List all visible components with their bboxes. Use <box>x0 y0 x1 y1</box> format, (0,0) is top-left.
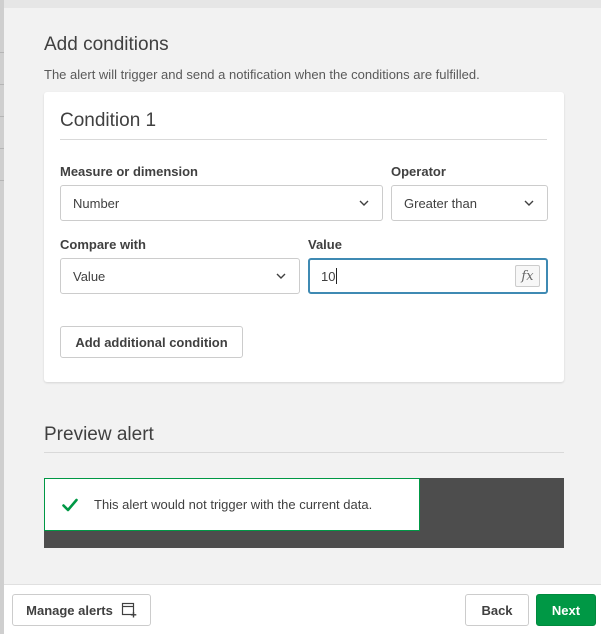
preview-message: This alert would not trigger with the cu… <box>94 497 373 512</box>
alert-dialog: Add conditions The alert will trigger an… <box>4 8 601 634</box>
compare-select[interactable]: Value <box>60 258 300 294</box>
chevron-down-icon <box>276 273 286 279</box>
condition-divider <box>60 139 547 140</box>
preview-status-toast: This alert would not trigger with the cu… <box>44 478 420 531</box>
dialog-footer: Manage alerts Back Next <box>4 584 601 634</box>
back-button[interactable]: Back <box>465 594 529 626</box>
section-description: The alert will trigger and send a notifi… <box>44 67 480 82</box>
measure-select-value: Number <box>73 195 120 211</box>
manage-alerts-button[interactable]: Manage alerts <box>12 594 151 626</box>
add-condition-button[interactable]: Add additional condition <box>60 326 243 358</box>
compare-label: Compare with <box>60 237 146 252</box>
preview-title: Preview alert <box>44 424 154 445</box>
value-label: Value <box>308 237 342 252</box>
preview-divider <box>44 452 564 453</box>
operator-label: Operator <box>391 164 446 179</box>
section-title: Add conditions <box>44 34 169 55</box>
add-sheet-icon <box>121 602 137 618</box>
operator-select[interactable]: Greater than <box>391 185 548 221</box>
check-icon <box>62 498 78 511</box>
condition-card: Condition 1 Measure or dimension Number … <box>44 92 564 382</box>
chevron-down-icon <box>359 200 369 206</box>
value-input[interactable]: 10 fx <box>308 258 548 294</box>
value-input-text: 10 <box>321 268 336 284</box>
next-button[interactable]: Next <box>536 594 596 626</box>
expression-fx-button[interactable]: fx <box>515 265 540 287</box>
measure-label: Measure or dimension <box>60 164 198 179</box>
measure-select[interactable]: Number <box>60 185 383 221</box>
condition-title: Condition 1 <box>60 110 157 131</box>
chevron-down-icon <box>524 200 534 206</box>
operator-select-value: Greater than <box>404 195 477 211</box>
compare-select-value: Value <box>73 268 106 284</box>
preview-area: This alert would not trigger with the cu… <box>44 478 564 548</box>
manage-alerts-label: Manage alerts <box>26 602 113 618</box>
text-caret <box>336 268 338 284</box>
